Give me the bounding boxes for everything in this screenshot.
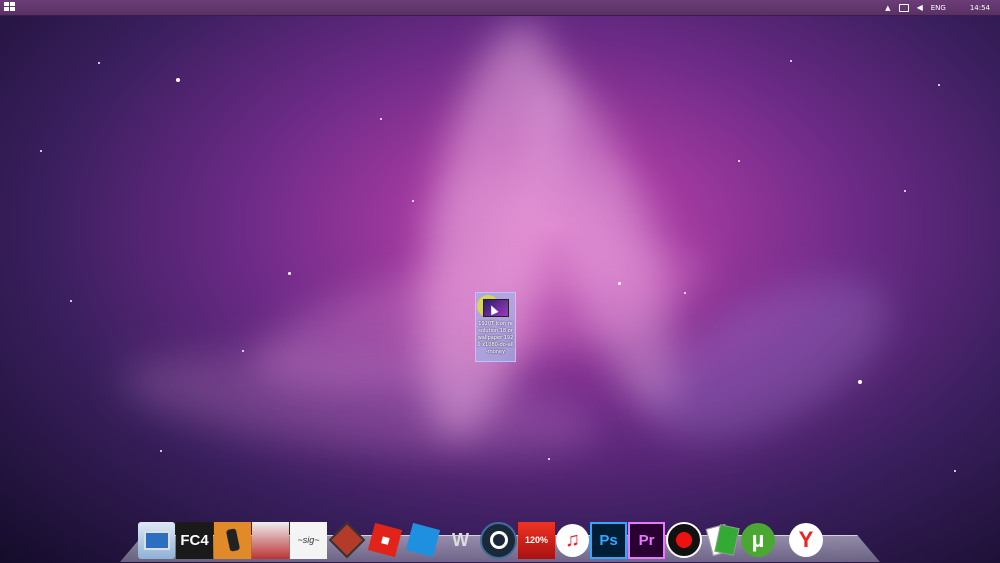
yandex-browser-icon[interactable]: Y bbox=[789, 523, 823, 557]
language-indicator[interactable]: ENG bbox=[931, 4, 946, 12]
signature-icon[interactable]: ~sig~ bbox=[290, 521, 327, 559]
windows-start-button[interactable] bbox=[4, 2, 16, 13]
desktop-wallpaper bbox=[0, 0, 1000, 563]
racing-game-icon[interactable] bbox=[252, 521, 289, 559]
taskbar: ▲ ◀ ENG 14:54 bbox=[0, 0, 1000, 16]
premiere-icon[interactable]: Pr bbox=[628, 521, 665, 559]
photoshop-icon[interactable]: Ps bbox=[590, 521, 627, 559]
world-of-tanks-icon[interactable]: W bbox=[442, 522, 479, 559]
record-icon[interactable] bbox=[666, 522, 702, 558]
network-icon[interactable] bbox=[898, 3, 909, 12]
itunes-icon[interactable]: ♫ bbox=[556, 523, 589, 557]
roblox-studio-icon[interactable] bbox=[404, 522, 441, 559]
utorrent-icon[interactable]: µ bbox=[741, 523, 775, 557]
speaker-icon[interactable]: ◀ bbox=[917, 3, 923, 12]
clock[interactable]: 14:54 bbox=[970, 4, 990, 12]
fc4-icon[interactable]: FC4 bbox=[176, 521, 213, 559]
adobe-acrobat-icon[interactable]: 120% bbox=[518, 521, 555, 559]
steam-icon[interactable] bbox=[480, 521, 517, 559]
counter-strike-icon[interactable] bbox=[214, 521, 251, 559]
desktop-file-icon[interactable]: 1920T Icon resolution 18 or wallpaper 19… bbox=[475, 292, 516, 362]
cards-icon[interactable] bbox=[703, 522, 740, 559]
emblem-icon[interactable] bbox=[328, 521, 365, 559]
dock: FC4 ~sig~ W 120% ♫ Ps Pr µ Y bbox=[138, 520, 868, 560]
roblox-icon[interactable] bbox=[366, 522, 403, 559]
tray-overflow-icon[interactable]: ▲ bbox=[885, 4, 890, 12]
system-tray: ▲ ◀ ENG 14:54 bbox=[885, 2, 990, 13]
desktop-file-label: 1920T Icon resolution 18 or wallpaper 19… bbox=[477, 321, 514, 355]
computer-icon[interactable] bbox=[138, 521, 175, 559]
